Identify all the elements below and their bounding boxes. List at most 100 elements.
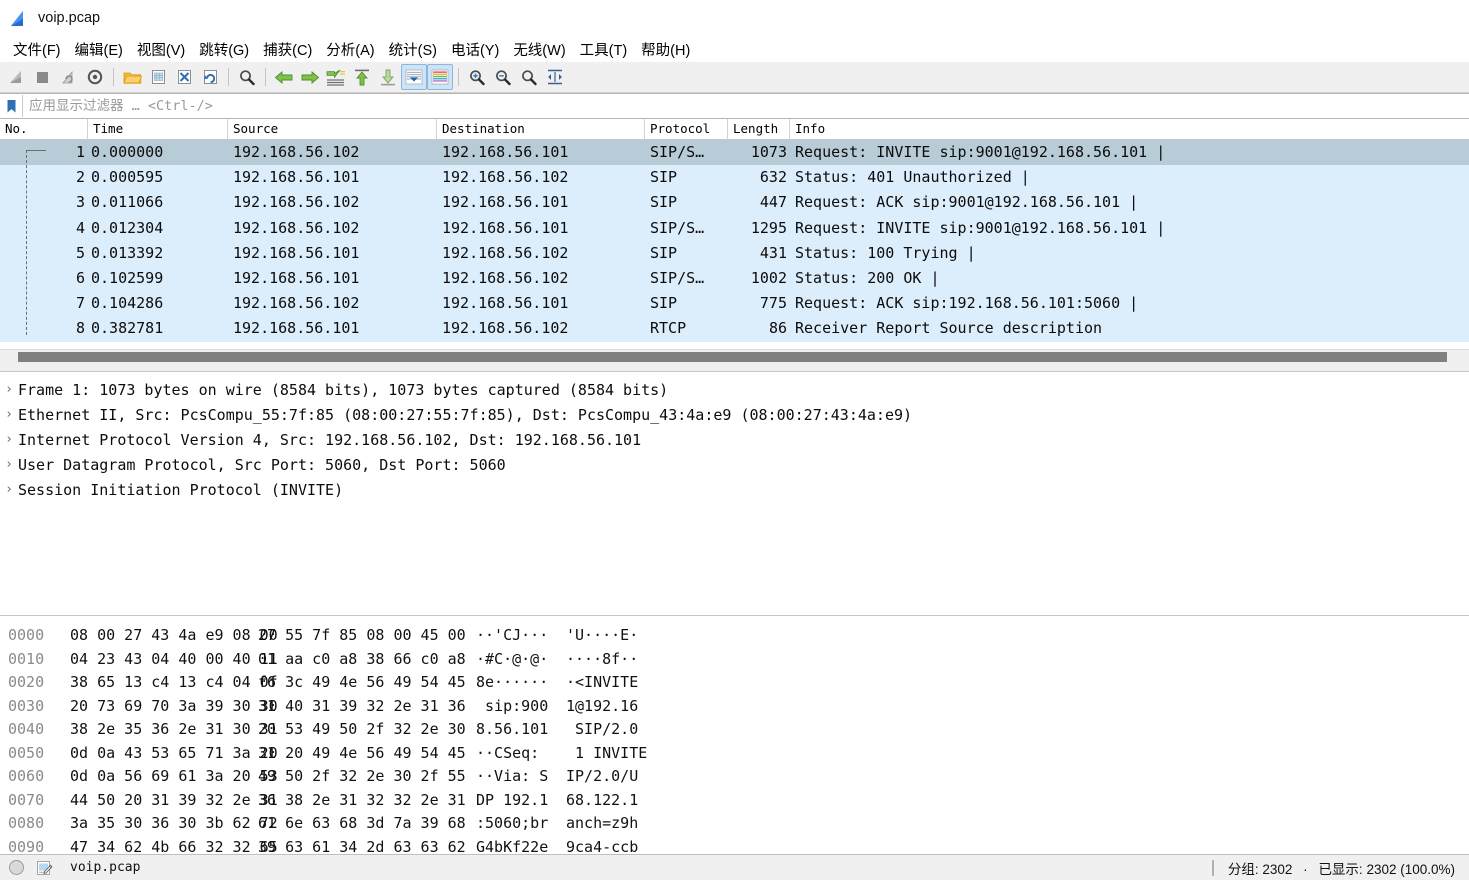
zoom-reset-icon[interactable] (516, 64, 542, 90)
hex-ascii-left: sip:900 (476, 696, 549, 715)
toolbar-separator-3 (265, 68, 266, 86)
go-to-packet-icon[interactable] (323, 64, 349, 90)
column-header-protocol[interactable]: Protocol (645, 119, 728, 139)
close-file-icon[interactable] (171, 64, 197, 90)
hex-bytes-right: 49 50 2f 32 2e 30 2f 55 (258, 767, 466, 785)
expert-info-circle-icon[interactable] (9, 860, 24, 875)
menu-analyze[interactable]: 分析(A) (319, 37, 381, 62)
zoom-out-icon[interactable] (490, 64, 516, 90)
detail-row-sip[interactable]: › Session Initiation Protocol (INVITE) (0, 477, 1469, 502)
display-filter-input[interactable]: 应用显示过滤器 … <Ctrl-/> (23, 95, 1469, 117)
hex-row[interactable]: 0090 47 34 62 4b 66 32 32 65 39 63 61 34… (0, 836, 1469, 855)
pane-splitter-1[interactable] (0, 364, 1469, 371)
table-row[interactable]: 3 0.011066 192.168.56.102 192.168.56.101… (0, 190, 1469, 216)
display-filter-bar: 应用显示过滤器 … <Ctrl-/> (0, 93, 1469, 119)
status-packets-label: 分组: 2302 (1227, 861, 1293, 877)
hex-bytes-left: 38 65 13 c4 13 c4 04 0f (70, 673, 278, 691)
cell-source: 192.168.56.102 (233, 143, 360, 161)
menu-statistics[interactable]: 统计(S) (382, 37, 444, 62)
chevron-right-icon[interactable]: › (0, 382, 18, 397)
chevron-right-icon[interactable]: › (0, 432, 18, 447)
hex-row[interactable]: 0020 38 65 13 c4 13 c4 04 0f f6 3c 49 4e… (0, 671, 1469, 695)
table-row[interactable]: 4 0.012304 192.168.56.102 192.168.56.101… (0, 215, 1469, 241)
detail-row-ethernet[interactable]: › Ethernet II, Src: PcsCompu_55:7f:85 (0… (0, 402, 1469, 427)
menu-go[interactable]: 跳转(G) (192, 37, 256, 62)
restart-capture-icon[interactable] (56, 64, 82, 90)
detail-row-udp[interactable]: › User Datagram Protocol, Src Port: 5060… (0, 452, 1469, 477)
table-row[interactable]: 5 0.013392 192.168.56.101 192.168.56.102… (0, 240, 1469, 266)
hex-offset: 0070 (8, 790, 45, 809)
auto-scroll-icon[interactable] (401, 64, 427, 90)
cell-length: 431 (759, 243, 787, 262)
menu-help[interactable]: 帮助(H) (634, 37, 697, 62)
capture-comment-icon[interactable] (35, 860, 53, 876)
hex-row[interactable]: 0010 04 23 43 04 40 00 40 11 01 aa c0 a8… (0, 648, 1469, 672)
cell-destination: 192.168.56.102 (442, 243, 569, 262)
table-row[interactable]: 1 0.000000 192.168.56.102 192.168.56.101… (0, 140, 1469, 166)
hex-row[interactable]: 0040 38 2e 35 36 2e 31 30 31 20 53 49 50… (0, 718, 1469, 742)
table-row[interactable]: 8 0.382781 192.168.56.101 192.168.56.102… (0, 316, 1469, 342)
hex-bytes-left: 3a 35 30 36 30 3b 62 72 (70, 814, 278, 832)
hscrollbar-thumb[interactable] (18, 352, 1447, 362)
menu-edit[interactable]: 编辑(E) (68, 37, 130, 62)
packet-list-hscrollbar[interactable] (0, 349, 1469, 364)
column-header-source[interactable]: Source (228, 119, 437, 139)
menu-view[interactable]: 视图(V) (130, 37, 192, 62)
hex-offset: 0040 (8, 720, 45, 738)
cell-source: 192.168.56.101 (233, 168, 360, 187)
cell-no: 2 (75, 168, 85, 187)
hex-bytes-right: 36 38 2e 31 32 32 2e 31 (258, 790, 466, 809)
go-to-first-icon[interactable] (349, 64, 375, 90)
cell-destination: 192.168.56.101 (442, 143, 569, 161)
column-header-length[interactable]: Length (728, 119, 790, 139)
status-bar: voip.pcap 分组: 2302 · 已显示: 2302 (100.0%) (0, 854, 1469, 880)
hex-row[interactable]: 0050 0d 0a 43 53 65 71 3a 20 31 20 49 4e… (0, 742, 1469, 766)
go-forward-icon[interactable] (297, 64, 323, 90)
zoom-in-icon[interactable] (464, 64, 490, 90)
chevron-right-icon[interactable]: › (0, 407, 18, 422)
column-header-info[interactable]: Info (790, 119, 1469, 139)
menu-file[interactable]: 文件(F) (6, 37, 68, 62)
column-header-destination[interactable]: Destination (437, 119, 645, 139)
open-file-icon[interactable] (119, 64, 145, 90)
hex-ascii-left: :5060;br (476, 814, 549, 832)
stop-capture-icon[interactable] (30, 64, 56, 90)
cell-protocol: SIP/S… (650, 218, 705, 237)
resize-columns-icon[interactable] (542, 64, 568, 90)
hex-row[interactable]: 0070 44 50 20 31 39 32 2e 31 36 38 2e 31… (0, 789, 1469, 813)
filter-bookmark-icon[interactable] (0, 95, 23, 117)
cell-protocol: SIP (650, 294, 678, 313)
cell-info: Request: ACK sip:9001@192.168.56.101 | (795, 193, 1139, 212)
reload-file-icon[interactable] (197, 64, 223, 90)
hex-row[interactable]: 0060 0d 0a 56 69 61 3a 20 53 49 50 2f 32… (0, 765, 1469, 789)
table-row[interactable]: 6 0.102599 192.168.56.101 192.168.56.102… (0, 265, 1469, 292)
hex-ascii-left: ··CSeq: (476, 743, 549, 762)
menu-bar: 文件(F) 编辑(E) 视图(V) 跳转(G) 捕获(C) 分析(A) 统计(S… (0, 36, 1469, 62)
menu-wireless[interactable]: 无线(W) (506, 37, 572, 62)
menu-tools[interactable]: 工具(T) (573, 37, 635, 62)
hex-row[interactable]: 0030 20 73 69 70 3a 39 30 30 31 40 31 39… (0, 695, 1469, 719)
hex-row[interactable]: 0000 08 00 27 43 4a e9 08 00 27 55 7f 85… (0, 624, 1469, 648)
colorize-icon[interactable] (427, 64, 453, 90)
chevron-right-icon[interactable]: › (0, 457, 18, 472)
hex-ascii-left: 8e······ (476, 673, 549, 691)
find-packet-icon[interactable] (234, 64, 260, 90)
menu-capture[interactable]: 捕获(C) (256, 37, 319, 62)
detail-label-frame: Frame 1: 1073 bytes on wire (8584 bits),… (18, 380, 669, 399)
table-row[interactable]: 2 0.000595 192.168.56.101 192.168.56.102… (0, 165, 1469, 191)
column-header-no[interactable]: No. (0, 119, 88, 139)
column-header-time[interactable]: Time (88, 119, 228, 139)
go-to-last-icon[interactable] (375, 64, 401, 90)
menu-telephony[interactable]: 电话(Y) (444, 37, 506, 62)
detail-label-udp: User Datagram Protocol, Src Port: 5060, … (18, 455, 506, 474)
go-back-icon[interactable] (271, 64, 297, 90)
hex-row[interactable]: 0080 3a 35 30 36 30 3b 62 72 61 6e 63 68… (0, 812, 1469, 836)
detail-row-ipv4[interactable]: › Internet Protocol Version 4, Src: 192.… (0, 427, 1469, 452)
capture-options-icon[interactable] (82, 64, 108, 90)
chevron-right-icon[interactable]: › (0, 482, 18, 497)
packet-details-pane: › Frame 1: 1073 bytes on wire (8584 bits… (0, 371, 1469, 615)
table-row[interactable]: 7 0.104286 192.168.56.102 192.168.56.101… (0, 291, 1469, 317)
start-capture-icon[interactable] (4, 64, 30, 90)
detail-row-frame[interactable]: › Frame 1: 1073 bytes on wire (8584 bits… (0, 377, 1469, 402)
save-file-icon[interactable] (145, 64, 171, 90)
